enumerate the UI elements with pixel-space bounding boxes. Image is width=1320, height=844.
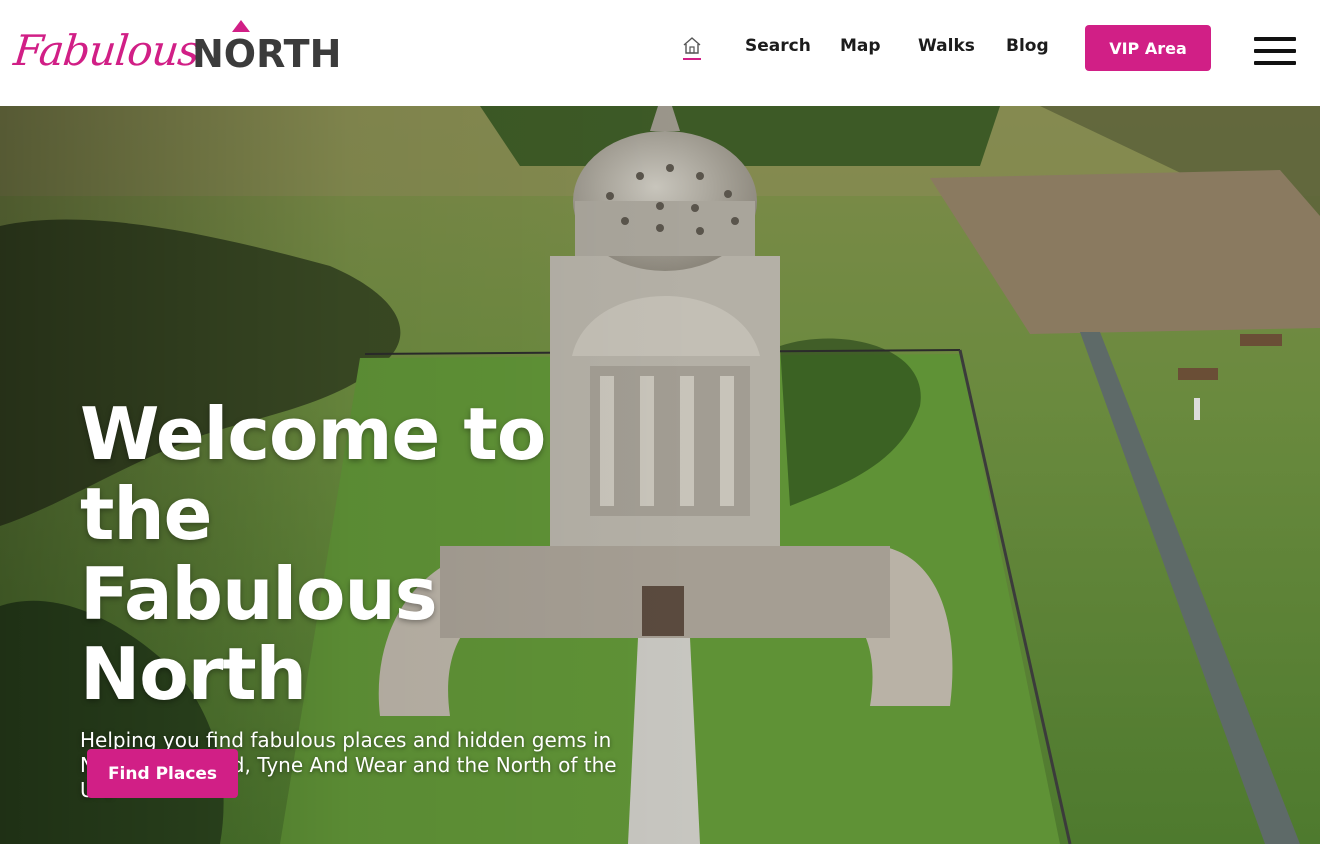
hamburger-menu-icon[interactable]: [1254, 37, 1296, 65]
vip-area-button[interactable]: VIP Area: [1085, 25, 1211, 71]
hero-section: Welcome to the Fabulous North Helping yo…: [0, 106, 1320, 844]
hero-title: Welcome to the Fabulous North: [80, 392, 546, 716]
find-places-button[interactable]: Find Places: [87, 749, 238, 798]
main-nav: Search Map Walks Blog VIP Area: [0, 0, 1320, 106]
site-header: Fabulous NORTH Search Map Walks Blog VIP…: [0, 0, 1320, 106]
nav-link-search[interactable]: Search: [745, 36, 811, 56]
active-nav-indicator: [683, 58, 701, 60]
hero-content: Welcome to the Fabulous North Helping yo…: [80, 394, 660, 803]
nav-link-map[interactable]: Map: [840, 36, 881, 56]
nav-link-blog[interactable]: Blog: [1006, 36, 1049, 56]
nav-link-walks[interactable]: Walks: [918, 36, 975, 56]
nav-home-link[interactable]: [681, 36, 703, 62]
home-icon: [683, 37, 701, 54]
